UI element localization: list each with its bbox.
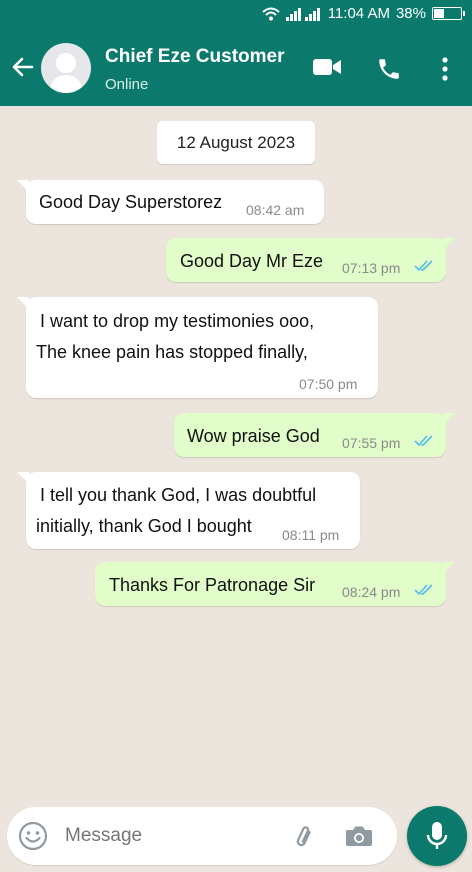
message-text: Wow praise God [187,426,320,446]
message-bubble-outgoing[interactable]: Good Day Mr Eze 07:13 pm [166,238,455,282]
contact-status: Online [105,76,149,93]
message-text: Thanks For Patronage Sir [109,575,316,595]
message-text: I tell you thank God, I was doubtful [40,485,317,505]
attach-icon[interactable] [291,823,319,851]
back-arrow-icon[interactable] [10,54,36,80]
signal-icon [285,7,320,21]
phone-call-icon[interactable] [376,56,402,82]
message-bubble-incoming[interactable]: Good Day Superstorez 08:42 am [17,180,324,224]
read-ticks-icon [414,584,433,596]
camera-icon[interactable] [345,824,373,848]
battery-percent: 38% [395,5,426,22]
date-divider: 12 August 2023 [157,121,315,164]
read-ticks-icon [414,260,433,272]
emoji-icon[interactable] [18,821,48,851]
message-bubble-outgoing[interactable]: Thanks For Patronage Sir 08:24 pm [95,562,455,606]
voice-message-button[interactable] [407,806,467,866]
read-ticks-icon [414,435,433,447]
message-time: 07:13 pm [342,260,401,276]
more-options-icon[interactable] [438,56,452,82]
status-bar: 11:04 AM 38% [0,0,472,30]
contact-name[interactable]: Chief Eze Customer [105,46,284,68]
message-text: I want to drop my testimonies ooo, [40,311,315,331]
message-bubble-outgoing[interactable]: Wow praise God 07:55 pm [174,413,455,457]
battery-icon [432,7,465,20]
message-text: initially, thank God I bought [36,516,252,536]
wifi-icon [262,7,280,20]
microphone-icon [426,822,448,849]
message-composer [7,807,397,865]
message-text: Good Day Superstorez [39,192,223,212]
message-input[interactable] [65,825,275,847]
message-time: 07:50 pm [299,376,358,392]
message-bubble-incoming[interactable]: I want to drop my testimonies ooo, The k… [17,297,378,398]
avatar[interactable] [41,43,91,93]
message-time: 07:55 pm [342,435,401,451]
chat-header: Chief Eze Customer Online [0,30,472,106]
message-text: Good Day Mr Eze [180,251,324,271]
avatar-placeholder-icon [49,53,83,93]
message-text: The knee pain has stopped finally, [36,342,308,362]
message-time: 08:42 am [246,202,305,218]
status-time: 11:04 AM [327,5,390,22]
message-bubble-incoming[interactable]: I tell you thank God, I was doubtful ini… [17,472,360,549]
message-time: 08:11 pm [282,527,340,543]
status-icons: 11:04 AM 38% [262,5,465,22]
message-time: 08:24 pm [342,584,401,600]
video-call-icon[interactable] [312,56,342,78]
